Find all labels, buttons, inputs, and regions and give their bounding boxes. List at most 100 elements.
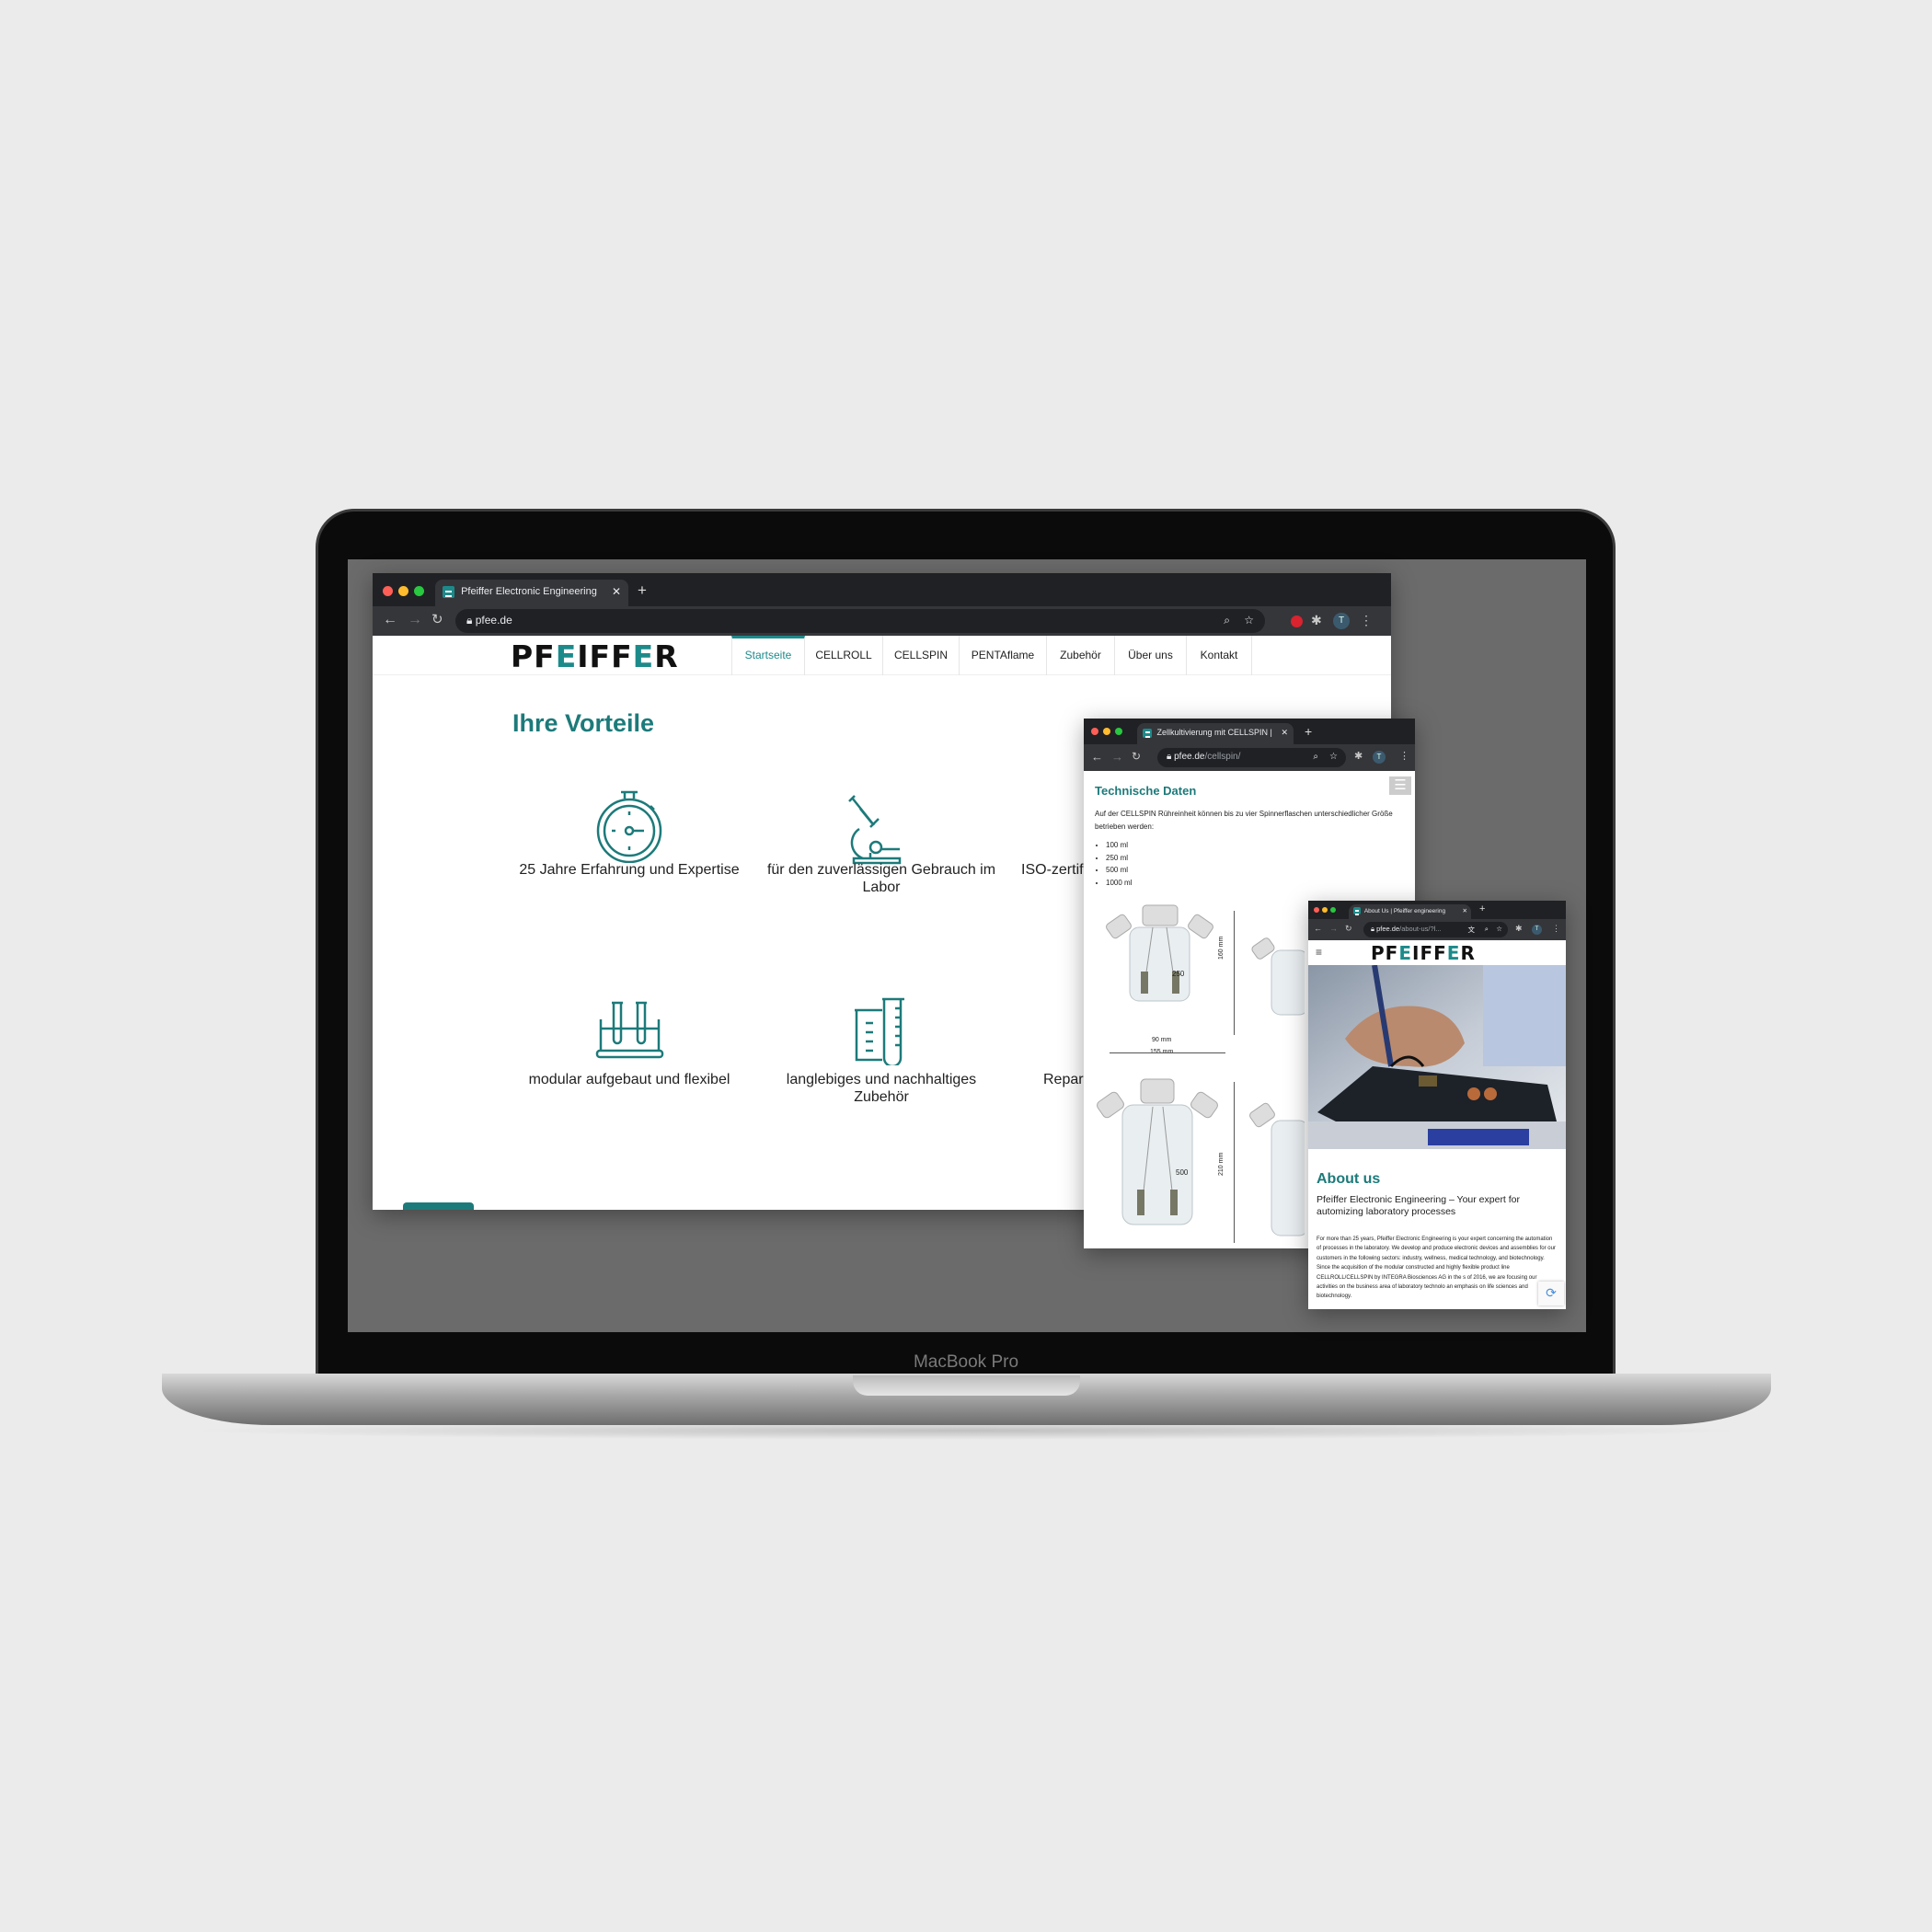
feature-modular: modular aufgebaut und flexibel xyxy=(528,1072,730,1087)
new-tab-icon[interactable]: + xyxy=(1305,725,1312,738)
about-browser-window: About Us | Pfeiffer engineering ✕ + ← → … xyxy=(1308,901,1566,1309)
soldering-circuit-board-photo xyxy=(1308,965,1566,1149)
favicon-icon xyxy=(1353,907,1361,916)
pfeiffer-logo[interactable]: PFEIFFER xyxy=(1371,942,1476,964)
bookmark-star-icon[interactable]: ☆ xyxy=(1496,925,1502,933)
feature-reliable-use: für den zuverlässigen Gebrauch im Labor xyxy=(766,862,996,895)
tab-strip: Zellkultivierung mit CELLSPIN | ✕ + xyxy=(1084,719,1415,744)
hamburger-menu-button[interactable]: ☰ xyxy=(1389,776,1411,795)
forward-icon[interactable]: → xyxy=(1111,751,1123,763)
nav-pentaflame[interactable]: PENTAflame xyxy=(960,636,1047,675)
page-title: Ihre Vorteile xyxy=(512,709,655,737)
reload-icon[interactable]: ↻ xyxy=(1132,751,1141,762)
site-header: PFEIFFER Startseite CELLROLL CELLSPIN PE… xyxy=(373,636,1391,675)
size-item: 500 ml xyxy=(1106,864,1132,877)
close-tab-icon[interactable]: ✕ xyxy=(1460,907,1467,914)
nav-kontakt[interactable]: Kontakt xyxy=(1187,636,1252,675)
forward-icon[interactable]: → xyxy=(1329,925,1338,933)
spinner-flask-250-image xyxy=(1106,904,1213,1002)
close-tab-icon[interactable]: ✕ xyxy=(612,585,621,598)
address-bar[interactable]: 🔒︎ pfee.de ⌕ ☆ xyxy=(455,609,1265,633)
tab-title: Zellkultivierung mit CELLSPIN | xyxy=(1156,728,1272,737)
height-500-label: 210 mm xyxy=(1218,1152,1225,1176)
maximize-window-button[interactable] xyxy=(414,586,424,596)
beaker-icon xyxy=(855,997,904,1065)
dimension-line xyxy=(1234,1082,1235,1243)
about-heading: About us xyxy=(1317,1171,1381,1187)
favicon-icon xyxy=(1143,728,1152,739)
main-nav: Startseite CELLROLL CELLSPIN PENTAflame … xyxy=(731,636,1252,675)
tab-strip: Pfeiffer Electronic Engineering ✕ + xyxy=(373,573,1391,606)
nav-zubehoer[interactable]: Zubehör xyxy=(1047,636,1115,675)
about-subheading: Pfeiffer Electronic Engineering – Your e… xyxy=(1317,1194,1521,1217)
spinner-flask-partial-image xyxy=(1249,937,1305,1236)
about-content: About us Pfeiffer Electronic Engineering… xyxy=(1308,1149,1566,1302)
device-label: MacBook Pro xyxy=(913,1352,1019,1372)
address-bar[interactable]: 🔒︎ pfee.de/about-us/?l... 文 ⌕ ☆ xyxy=(1363,922,1508,937)
close-tab-icon[interactable]: ✕ xyxy=(1281,728,1288,738)
zoom-icon[interactable]: ⌕ xyxy=(1485,925,1489,934)
mark-500: 500 xyxy=(1176,1168,1189,1177)
zoom-icon[interactable]: ⌕ xyxy=(1224,614,1230,627)
browser-tab[interactable]: Pfeiffer Electronic Engineering ✕ xyxy=(435,580,628,606)
url-host: pfee.de xyxy=(1174,752,1205,762)
laptop-notch xyxy=(853,1375,1080,1396)
new-tab-icon[interactable]: + xyxy=(1479,904,1485,914)
close-window-button[interactable] xyxy=(383,586,393,596)
lock-icon: 🔒︎ xyxy=(1167,752,1172,762)
nav-cellspin[interactable]: CELLSPIN xyxy=(883,636,960,675)
menu-kebab-icon[interactable]: ⋮ xyxy=(1552,925,1560,933)
recaptcha-badge[interactable]: ⟳ xyxy=(1538,1282,1564,1305)
feature-experience: 25 Jahre Erfahrung und Expertise xyxy=(519,862,740,878)
extension-record-icon[interactable] xyxy=(1291,615,1303,627)
tab-title: About Us | Pfeiffer engineering xyxy=(1363,907,1446,914)
test-tube-rack-icon xyxy=(595,1001,664,1059)
extensions-puzzle-icon[interactable]: ✱ xyxy=(1311,614,1322,627)
reload-icon[interactable]: ↻ xyxy=(1345,925,1352,933)
close-window-button[interactable] xyxy=(1091,728,1098,735)
minimize-window-button[interactable] xyxy=(1322,907,1328,913)
close-window-button[interactable] xyxy=(1314,907,1319,913)
profile-avatar[interactable]: T xyxy=(1333,613,1350,629)
pfeiffer-logo[interactable]: PFEIFFER xyxy=(511,638,679,674)
dimension-line xyxy=(1234,911,1235,1035)
url-path: /cellspin/ xyxy=(1204,752,1241,762)
browser-tab[interactable]: Zellkultivierung mit CELLSPIN | ✕ xyxy=(1137,723,1294,744)
intro-text: Auf der CELLSPIN Rühreinheit können bis … xyxy=(1095,810,1393,831)
back-icon[interactable]: ← xyxy=(1314,925,1322,933)
extensions-puzzle-icon[interactable]: ✱ xyxy=(1354,752,1363,762)
nav-cellroll[interactable]: CELLROLL xyxy=(805,636,883,675)
toolbar: ← → ↻ 🔒︎ pfee.de ⌕ ☆ ✱ T ⋮ xyxy=(373,606,1391,636)
translate-icon[interactable]: 文 xyxy=(1467,925,1475,935)
new-tab-icon[interactable]: + xyxy=(638,582,647,598)
section-title: Technische Daten xyxy=(1095,784,1197,798)
address-bar[interactable]: 🔒︎ pfee.de/cellspin/ ⌕ ☆ xyxy=(1157,748,1346,767)
nav-startseite[interactable]: Startseite xyxy=(731,636,805,675)
extensions-puzzle-icon[interactable]: ✱ xyxy=(1515,925,1523,933)
menu-kebab-icon[interactable]: ⋮ xyxy=(1399,752,1409,762)
bookmark-star-icon[interactable]: ☆ xyxy=(1329,752,1338,762)
nav-ueber-uns[interactable]: Über uns xyxy=(1115,636,1187,675)
reload-icon[interactable]: ↻ xyxy=(431,613,443,627)
profile-avatar[interactable]: T xyxy=(1532,925,1542,935)
menu-kebab-icon[interactable]: ⋮ xyxy=(1360,614,1373,627)
hamburger-menu-icon[interactable]: ≡ xyxy=(1316,946,1322,959)
size-item: 100 ml xyxy=(1106,839,1132,852)
bookmark-star-icon[interactable]: ☆ xyxy=(1244,614,1254,627)
cta-button[interactable] xyxy=(403,1202,474,1210)
size-list: 100 ml 250 ml 500 ml 1000 ml xyxy=(1106,839,1132,889)
zoom-icon[interactable]: ⌕ xyxy=(1313,752,1318,762)
about-body: For more than 25 years, Pfeiffer Electro… xyxy=(1317,1236,1556,1300)
feature-durable-accessories: langlebiges und nachhaltiges Zubehör xyxy=(786,1072,977,1105)
forward-icon[interactable]: → xyxy=(408,613,422,627)
maximize-window-button[interactable] xyxy=(1115,728,1122,735)
height-250-label: 160 mm xyxy=(1218,936,1225,960)
browser-tab[interactable]: About Us | Pfeiffer engineering ✕ xyxy=(1349,904,1471,919)
tab-title: Pfeiffer Electronic Engineering xyxy=(461,586,597,598)
minimize-window-button[interactable] xyxy=(1103,728,1110,735)
back-icon[interactable]: ← xyxy=(383,613,397,627)
maximize-window-button[interactable] xyxy=(1330,907,1336,913)
minimize-window-button[interactable] xyxy=(398,586,408,596)
profile-avatar[interactable]: T xyxy=(1373,751,1386,764)
back-icon[interactable]: ← xyxy=(1091,751,1103,763)
